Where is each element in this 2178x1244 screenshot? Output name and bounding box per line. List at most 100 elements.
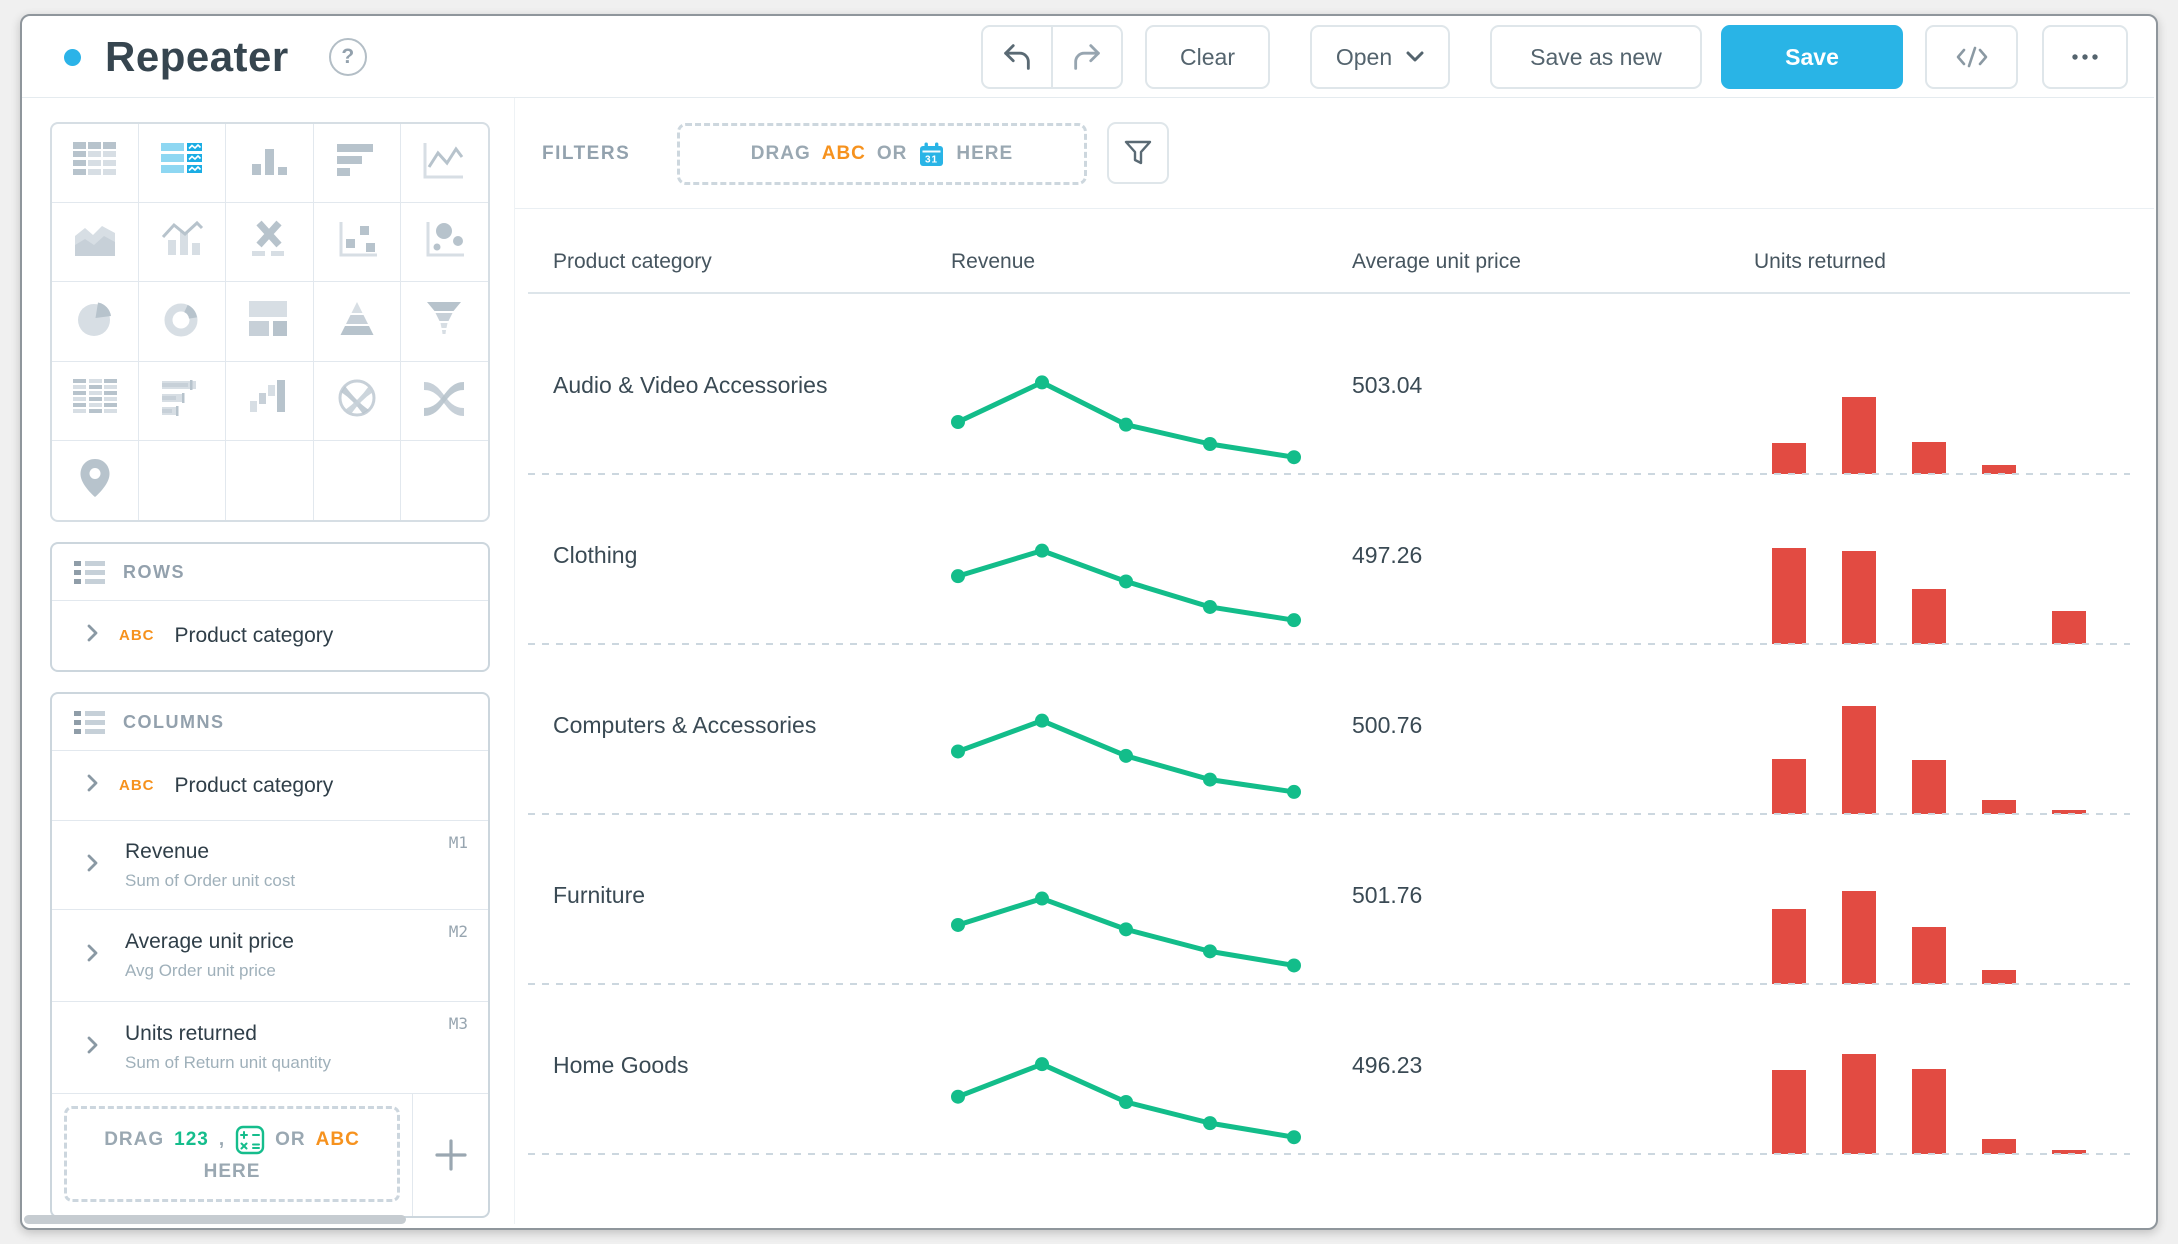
waterfall-chart-icon [245,376,293,425]
plus-icon [434,1139,467,1171]
revenue-sparkline [935,1044,1305,1161]
filter-settings-button[interactable] [1107,122,1169,184]
filter-or-label: OR [876,143,908,164]
title-group: Repeater ? [64,33,367,81]
chart-type-donut-chart[interactable] [139,282,227,362]
columns-field-average-unit-price[interactable]: Average unit price Avg Order unit price … [52,909,488,1001]
rows-shelf-title: ROWS [123,561,185,582]
units-returned-bars [1772,1044,2092,1154]
code-icon [1956,46,1987,68]
chart-type-bullet-chart[interactable] [139,361,227,441]
revenue-sparkline [935,534,1305,651]
units-returned-bars [1772,534,2092,644]
row-category-label: Audio & Video Accessories [553,372,828,398]
clear-button[interactable]: Clear [1145,25,1270,89]
column-header-units-returned: Units returned [1754,250,1886,273]
measure-drop-zone: DRAG 123 , OR ABC HERE [64,1106,400,1202]
sankey-diagram-icon [420,376,468,425]
columns-shelf-title: COLUMNS [123,711,225,732]
status-dot-icon [64,48,81,66]
chart-type-area-chart[interactable] [52,203,140,283]
column-chart-icon [245,139,293,188]
filter-drop-zone[interactable]: DRAG ABC OR 31 HERE [677,123,1087,185]
redo-button[interactable] [1053,27,1121,87]
field-aggregation-label: Sum of Return unit quantity [125,1053,332,1072]
chart-type-map-chart[interactable] [52,440,140,520]
dz-number-token: 123 [174,1129,209,1150]
chart-type-pie-chart[interactable] [52,282,140,362]
columns-field-units-returned[interactable]: Units returned Sum of Return unit quanti… [52,1001,488,1093]
embed-code-button[interactable] [1925,25,2018,89]
columns-field-revenue[interactable]: Revenue Sum of Order unit cost M1 [52,820,488,909]
chart-type-combo-chart[interactable] [139,203,227,283]
chart-type-empty-cell [139,440,227,520]
field-aggregation-label: Sum of Order unit cost [125,870,296,890]
repeater-icon [158,139,206,188]
help-icon[interactable]: ? [328,38,367,76]
measure-badge: M2 [448,922,468,941]
more-options-button[interactable] [2042,25,2128,89]
bullet-chart-icon [158,376,206,425]
undo-button[interactable] [983,27,1053,87]
add-measure-button[interactable] [413,1094,488,1216]
open-button-label: Open [1335,43,1393,70]
chart-type-bar-chart[interactable] [313,124,401,204]
field-type-abc: ABC [119,627,155,644]
dz-here-label: HERE [203,1161,261,1182]
history-buttons [981,25,1123,89]
row-separator [528,813,2130,815]
row-category-label: Furniture [553,882,646,908]
expand-chevron-icon[interactable] [86,943,99,968]
measure-drop-area[interactable]: DRAG 123 , OR ABC HERE [52,1094,413,1216]
row-average-unit-price-value: 501.76 [1352,882,1423,908]
row-separator [528,983,2130,985]
rows-field-product-category[interactable]: ABC Product category [52,601,488,670]
chart-type-table[interactable] [52,124,140,204]
expand-chevron-icon[interactable] [86,623,99,648]
row-separator [528,1153,2130,1155]
ellipsis-icon [2072,54,2098,60]
calendar-icon: 31 [920,142,944,166]
row-category-label: Clothing [553,542,638,568]
column-header-average-unit-price: Average unit price [1352,250,1521,273]
rows-shelf: ROWS ABC Product category [50,542,490,672]
chart-type-sankey-diagram[interactable] [400,362,488,441]
chart-type-waterfall-chart[interactable] [226,361,314,441]
dz-text-token: ABC [315,1129,360,1150]
expand-chevron-icon[interactable] [86,1035,99,1060]
columns-field-product-category[interactable]: ABC Product category [52,751,488,820]
save-button[interactable]: Save [1721,25,1903,89]
chart-type-repeater[interactable] [139,124,227,204]
chart-type-line-chart[interactable] [400,124,488,204]
chevron-down-icon [1406,51,1424,62]
chart-type-pivot-table[interactable] [52,361,140,441]
units-returned-bars [1772,704,2092,814]
expand-chevron-icon[interactable] [86,853,99,878]
expand-chevron-icon[interactable] [86,773,99,798]
chart-type-pyramid-chart[interactable] [313,282,401,362]
row-average-unit-price-value: 500.76 [1352,712,1423,738]
row-category-label: Home Goods [553,1052,689,1078]
columns-shelf: COLUMNS ABC Product category Revenue Sum… [50,692,490,1218]
field-label: Average unit price [125,930,294,953]
chart-type-column-chart[interactable] [226,124,314,204]
save-as-new-button[interactable]: Save as new [1490,25,1702,89]
column-header-revenue: Revenue [951,250,1036,273]
bar-chart-icon [333,139,381,188]
open-button[interactable]: Open [1310,25,1450,89]
chart-type-scatter-plot[interactable] [313,203,401,283]
chart-type-funnel-chart[interactable] [400,282,488,362]
chord-diagram-icon [333,376,381,425]
row-average-unit-price-value: 497.26 [1352,542,1423,568]
chart-type-chord-diagram[interactable] [313,361,401,441]
chart-type-bubble-chart[interactable] [400,203,488,283]
formula-icon [235,1125,265,1155]
redo-icon [1074,44,1100,70]
chart-type-text-chart[interactable] [226,203,314,283]
dz-drag-label: DRAG [104,1129,165,1150]
field-label: Product category [174,623,334,647]
chart-type-treemap[interactable] [226,282,314,362]
row-separator [528,643,2130,645]
horizontal-scrollbar[interactable] [24,1215,406,1224]
rows-shelf-header: ROWS [52,544,488,601]
